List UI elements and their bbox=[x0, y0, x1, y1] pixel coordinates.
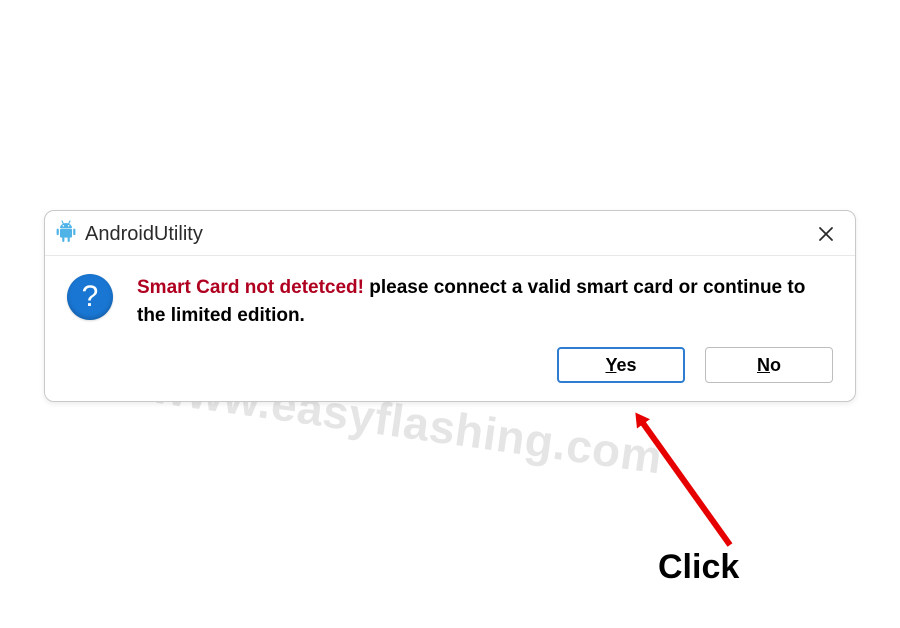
dialog-window: AndroidUtility ? Smart Card not detetced… bbox=[44, 210, 856, 402]
help-question-icon: ? bbox=[67, 274, 113, 320]
titlebar: AndroidUtility bbox=[45, 211, 855, 256]
click-annotation-label: Click bbox=[658, 548, 739, 587]
message-alert-prefix: Smart Card not detetced! bbox=[137, 277, 364, 298]
no-rest: o bbox=[770, 355, 781, 375]
yes-mnemonic: Y bbox=[605, 355, 616, 375]
android-icon bbox=[55, 220, 77, 249]
yes-rest: es bbox=[616, 355, 636, 375]
dialog-message: Smart Card not detetced! please connect … bbox=[137, 274, 837, 329]
no-mnemonic: N bbox=[757, 355, 770, 375]
window-title: AndroidUtility bbox=[85, 223, 203, 246]
button-row: Yes No bbox=[45, 339, 855, 401]
dialog-body: ? Smart Card not detetced! please connec… bbox=[45, 256, 855, 339]
yes-button[interactable]: Yes bbox=[557, 347, 685, 383]
title-left-group: AndroidUtility bbox=[55, 220, 203, 249]
red-arrow-icon bbox=[620, 405, 760, 570]
help-icon-symbol: ? bbox=[82, 282, 99, 312]
close-icon[interactable] bbox=[811, 219, 841, 249]
no-button[interactable]: No bbox=[705, 347, 833, 383]
